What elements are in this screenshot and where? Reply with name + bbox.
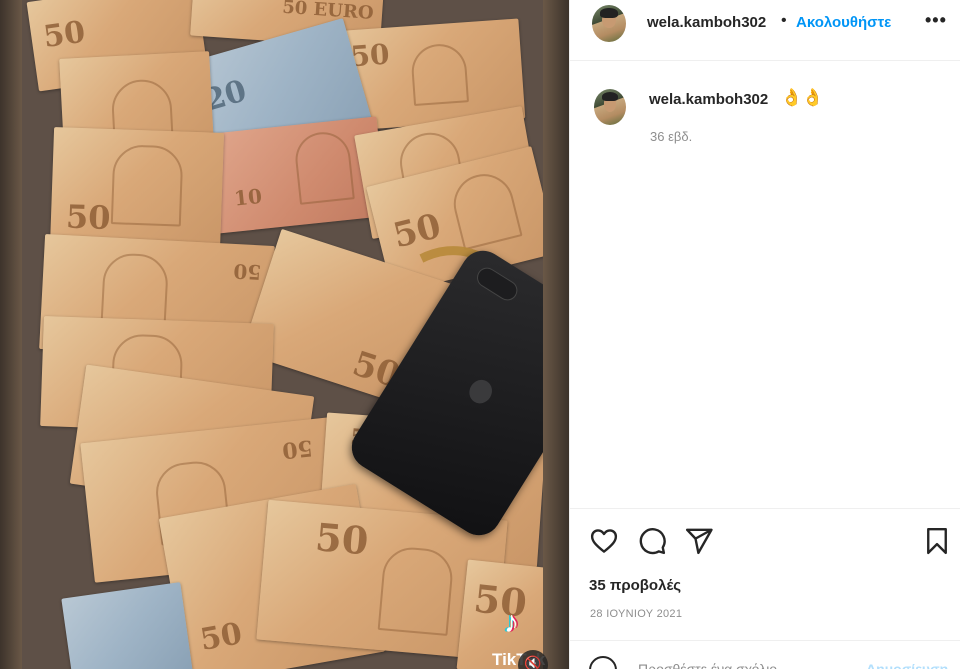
post-comment-button[interactable]: Δημοσίευση: [866, 661, 948, 669]
banknote: [61, 582, 193, 669]
more-icon[interactable]: •••: [925, 10, 947, 31]
banknote: 50: [49, 127, 225, 253]
caption-timestamp[interactable]: 36 εβδ.: [650, 129, 692, 144]
emoji-icon[interactable]: [589, 656, 617, 669]
comment-input[interactable]: Προσθέστε ένα σχόλιο...: [638, 661, 789, 669]
media-blur-left: [0, 0, 22, 669]
tiktok-logo-icon: ♪: [504, 606, 519, 639]
caption-text: 👌👌: [781, 88, 824, 107]
caption-avatar[interactable]: [594, 89, 626, 125]
avatar[interactable]: [592, 5, 626, 42]
post-actions: 35 προβολές 28 ΙΟΥΝΙΟΥ 2021: [570, 508, 960, 640]
media-frame: 50 50 EURO 50 2020 10 50 50 50 50 50 50 …: [22, 0, 569, 669]
comment-box: Προσθέστε ένα σχόλιο... Δημοσίευση: [570, 640, 960, 669]
bookmark-icon[interactable]: [922, 526, 952, 556]
username-link[interactable]: wela.kamboh302: [647, 14, 766, 31]
post-sidebar: wela.kamboh302 • Ακολουθήστε ••• wela.ka…: [569, 0, 960, 669]
post-header: wela.kamboh302 • Ακολουθήστε •••: [570, 0, 960, 61]
view-count[interactable]: 35 προβολές: [589, 577, 681, 594]
separator-dot: •: [781, 12, 787, 29]
post-media[interactable]: 50 50 EURO 50 2020 10 50 50 50 50 50 50 …: [0, 0, 569, 669]
comment-icon[interactable]: [637, 526, 667, 556]
heart-icon[interactable]: [589, 526, 619, 556]
phone-logo: [464, 375, 497, 408]
post-date[interactable]: 28 ΙΟΥΝΙΟΥ 2021: [590, 608, 682, 620]
caption-username-link[interactable]: wela.kamboh302: [649, 91, 768, 108]
share-icon[interactable]: [684, 526, 714, 556]
camera-module: [473, 263, 522, 305]
media-blur-right: [543, 0, 569, 669]
follow-button[interactable]: Ακολουθήστε: [796, 14, 891, 31]
